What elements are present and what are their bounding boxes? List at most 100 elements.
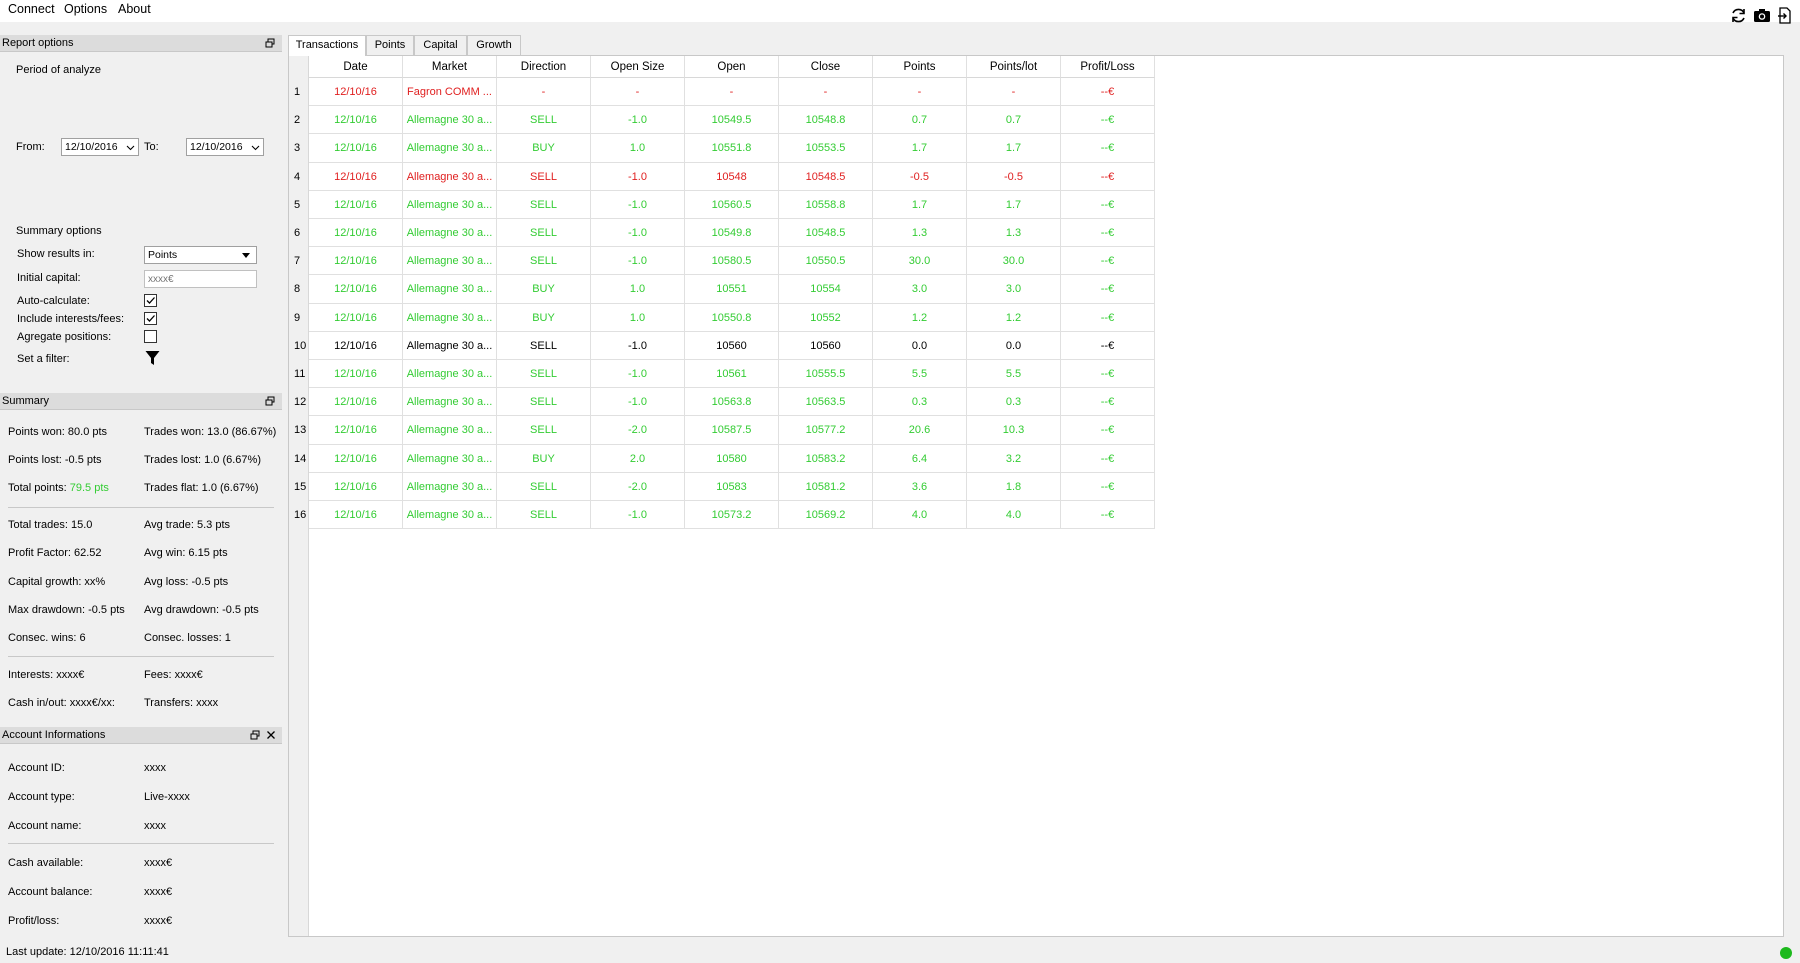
- initial-capital-input[interactable]: [144, 270, 257, 288]
- cell-close[interactable]: 10569.2: [779, 501, 873, 530]
- cell-direction[interactable]: SELL: [497, 219, 591, 248]
- cell-open[interactable]: 10560.5: [685, 190, 779, 219]
- cell-profit-loss[interactable]: --€: [1061, 247, 1155, 276]
- row-number[interactable]: 14: [289, 445, 309, 473]
- cell-direction[interactable]: SELL: [497, 190, 591, 219]
- cell-points-lot[interactable]: 0.3: [967, 388, 1061, 417]
- cell-profit-loss[interactable]: --€: [1061, 78, 1155, 107]
- cell-close[interactable]: 10548.8: [779, 106, 873, 135]
- row-number[interactable]: 7: [289, 247, 309, 275]
- cell-close[interactable]: 10550.5: [779, 247, 873, 276]
- cell-points-lot[interactable]: 30.0: [967, 247, 1061, 276]
- cell-open[interactable]: 10560: [685, 331, 779, 360]
- column-header-close[interactable]: Close: [779, 56, 873, 78]
- column-header-direction[interactable]: Direction: [497, 56, 591, 78]
- cell-date[interactable]: 12/10/16: [309, 219, 403, 248]
- cell-open[interactable]: 10550.8: [685, 303, 779, 332]
- cell-open[interactable]: 10573.2: [685, 501, 779, 530]
- cell-points-lot[interactable]: 1.7: [967, 134, 1061, 163]
- cell-direction[interactable]: SELL: [497, 106, 591, 135]
- tab-transactions[interactable]: Transactions: [288, 35, 366, 56]
- cell-market[interactable]: Allemagne 30 a...: [403, 501, 497, 530]
- row-number[interactable]: 2: [289, 106, 309, 134]
- restore-icon[interactable]: [263, 394, 277, 408]
- row-number[interactable]: 1: [289, 78, 309, 106]
- cell-direction[interactable]: BUY: [497, 275, 591, 304]
- cell-market[interactable]: Allemagne 30 a...: [403, 247, 497, 276]
- row-number[interactable]: 6: [289, 219, 309, 247]
- cell-open-size[interactable]: -1.0: [591, 247, 685, 276]
- cell-open-size[interactable]: -1.0: [591, 331, 685, 360]
- show-results-select[interactable]: Points: [144, 246, 257, 264]
- cell-date[interactable]: 12/10/16: [309, 162, 403, 191]
- cell-close[interactable]: 10581.2: [779, 472, 873, 501]
- column-header-open[interactable]: Open: [685, 56, 779, 78]
- row-number[interactable]: 9: [289, 304, 309, 332]
- cell-close[interactable]: 10583.2: [779, 444, 873, 473]
- cell-open-size[interactable]: -1.0: [591, 388, 685, 417]
- row-number[interactable]: 8: [289, 275, 309, 303]
- cell-market[interactable]: Allemagne 30 a...: [403, 219, 497, 248]
- tab-growth[interactable]: Growth: [467, 35, 521, 55]
- cell-points[interactable]: 30.0: [873, 247, 967, 276]
- cell-close[interactable]: 10552: [779, 303, 873, 332]
- tab-points[interactable]: Points: [366, 35, 414, 55]
- cell-close[interactable]: -: [779, 78, 873, 107]
- cell-profit-loss[interactable]: --€: [1061, 303, 1155, 332]
- cell-points-lot[interactable]: -: [967, 78, 1061, 107]
- cell-open[interactable]: 10548: [685, 162, 779, 191]
- cell-market[interactable]: Allemagne 30 a...: [403, 106, 497, 135]
- cell-date[interactable]: 12/10/16: [309, 501, 403, 530]
- cell-points-lot[interactable]: 4.0: [967, 501, 1061, 530]
- cell-points[interactable]: -0.5: [873, 162, 967, 191]
- row-number[interactable]: 12: [289, 388, 309, 416]
- menu-connect[interactable]: Connect: [8, 2, 55, 16]
- cell-market[interactable]: Allemagne 30 a...: [403, 360, 497, 389]
- cell-points-lot[interactable]: 1.7: [967, 190, 1061, 219]
- cell-date[interactable]: 12/10/16: [309, 444, 403, 473]
- close-icon[interactable]: [264, 728, 278, 742]
- cell-profit-loss[interactable]: --€: [1061, 275, 1155, 304]
- cell-open-size[interactable]: 1.0: [591, 275, 685, 304]
- cell-date[interactable]: 12/10/16: [309, 360, 403, 389]
- cell-points-lot[interactable]: 1.8: [967, 472, 1061, 501]
- cell-market[interactable]: Allemagne 30 a...: [403, 416, 497, 445]
- camera-icon[interactable]: [1752, 6, 1771, 25]
- tab-capital[interactable]: Capital: [414, 35, 467, 55]
- cell-points-lot[interactable]: 0.0: [967, 331, 1061, 360]
- export-icon[interactable]: [1775, 6, 1794, 25]
- cell-points[interactable]: 1.2: [873, 303, 967, 332]
- cell-profit-loss[interactable]: --€: [1061, 162, 1155, 191]
- cell-points-lot[interactable]: 1.3: [967, 219, 1061, 248]
- cell-close[interactable]: 10554: [779, 275, 873, 304]
- cell-open-size[interactable]: 1.0: [591, 134, 685, 163]
- cell-open[interactable]: 10551: [685, 275, 779, 304]
- cell-profit-loss[interactable]: --€: [1061, 219, 1155, 248]
- cell-market[interactable]: Allemagne 30 a...: [403, 331, 497, 360]
- cell-open-size[interactable]: -: [591, 78, 685, 107]
- cell-direction[interactable]: SELL: [497, 360, 591, 389]
- cell-points[interactable]: 5.5: [873, 360, 967, 389]
- cell-points[interactable]: 20.6: [873, 416, 967, 445]
- cell-open[interactable]: 10587.5: [685, 416, 779, 445]
- filter-icon[interactable]: [145, 350, 160, 369]
- cell-points[interactable]: 3.0: [873, 275, 967, 304]
- cell-profit-loss[interactable]: --€: [1061, 444, 1155, 473]
- cell-date[interactable]: 12/10/16: [309, 247, 403, 276]
- aggregate-checkbox[interactable]: [144, 330, 157, 343]
- cell-profit-loss[interactable]: --€: [1061, 416, 1155, 445]
- cell-open-size[interactable]: -1.0: [591, 501, 685, 530]
- cell-date[interactable]: 12/10/16: [309, 78, 403, 107]
- cell-open[interactable]: 10549.5: [685, 106, 779, 135]
- cell-direction[interactable]: BUY: [497, 303, 591, 332]
- cell-date[interactable]: 12/10/16: [309, 190, 403, 219]
- cell-date[interactable]: 12/10/16: [309, 331, 403, 360]
- menu-options[interactable]: Options: [64, 2, 107, 16]
- column-header-open-size[interactable]: Open Size: [591, 56, 685, 78]
- cell-open-size[interactable]: 2.0: [591, 444, 685, 473]
- to-date-input[interactable]: 12/10/2016: [186, 138, 264, 156]
- cell-open-size[interactable]: -1.0: [591, 190, 685, 219]
- refresh-icon[interactable]: [1729, 6, 1748, 25]
- cell-market[interactable]: Allemagne 30 a...: [403, 388, 497, 417]
- cell-open[interactable]: 10583: [685, 472, 779, 501]
